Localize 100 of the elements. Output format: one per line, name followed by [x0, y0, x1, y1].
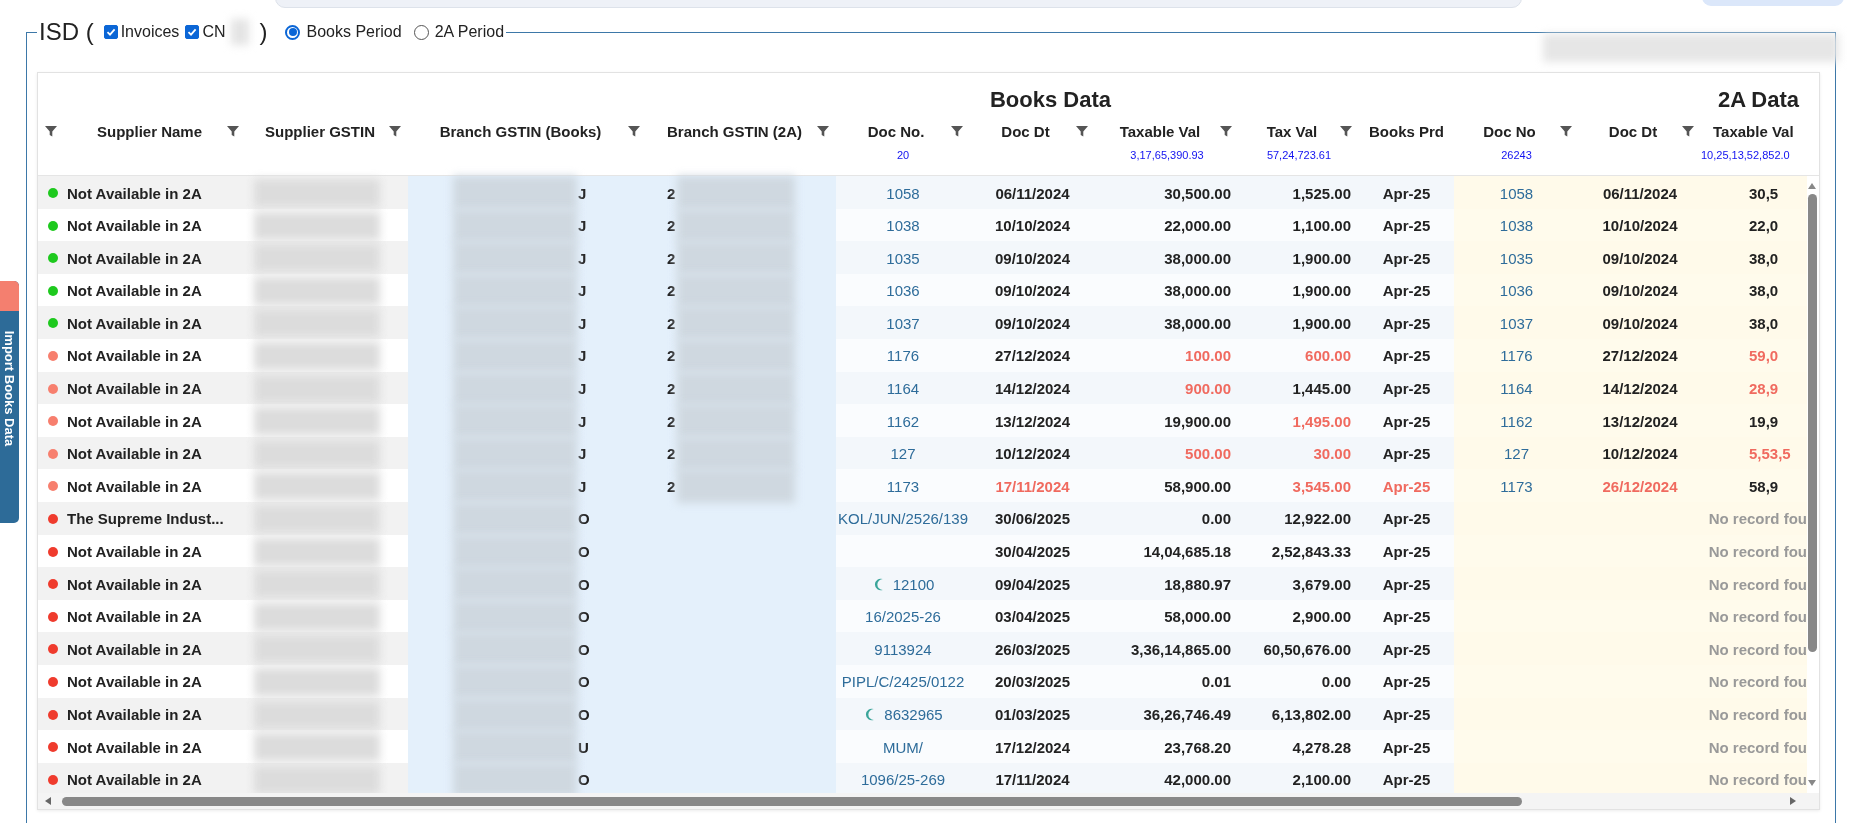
table-cell: Apr-25: [1382, 249, 1431, 267]
table-cell: 10/10/2024: [1602, 217, 1678, 235]
column-header[interactable]: Doc Dt: [976, 122, 1075, 140]
doc-link[interactable]: 1038: [886, 217, 920, 235]
column-header[interactable]: Branch GSTIN (2A): [653, 122, 816, 140]
table-cell: 2,100.00: [1292, 771, 1351, 789]
empty-note: No record fou: [1708, 575, 1807, 593]
table-cell: J: [578, 347, 587, 365]
empty-note: No record fou: [1708, 738, 1807, 756]
doc-link[interactable]: 1037: [886, 314, 920, 332]
table-cell: 18,880.97: [1164, 575, 1231, 593]
table-cell: Not Available in 2A: [67, 575, 202, 593]
table-cell: 1,900.00: [1292, 314, 1351, 332]
table-cell: 58,000.00: [1164, 608, 1231, 626]
doc-link[interactable]: 1176: [1500, 347, 1533, 365]
side-tab[interactable]: Import Books Data: [0, 281, 19, 523]
doc-link[interactable]: 1058: [1499, 184, 1534, 202]
doc-link[interactable]: 127: [1504, 445, 1529, 463]
table-cell: J: [578, 249, 587, 267]
doc-link[interactable]: MUM/: [883, 738, 923, 756]
column-header[interactable]: Taxable Val: [1707, 122, 1801, 140]
radio-button[interactable]: 2A Period: [413, 23, 505, 41]
table-cell: O: [578, 608, 590, 626]
column-header[interactable]: Doc No: [1460, 122, 1559, 140]
table-cell: 42,000.00: [1164, 771, 1231, 789]
column-total: 10,25,13,52,852.0: [1701, 149, 1790, 161]
doc-link[interactable]: 1058: [886, 184, 920, 202]
empty-note: No record fou: [1708, 640, 1807, 658]
table-cell: 1,900.00: [1292, 249, 1351, 267]
table-cell: 38,000.00: [1164, 282, 1231, 300]
table-cell: 28,9: [1749, 380, 1779, 398]
doc-link[interactable]: 1173: [1500, 477, 1533, 495]
table-cell: 10/12/2024: [1602, 445, 1678, 463]
column-header[interactable]: Taxable Val: [1101, 122, 1219, 140]
doc-link[interactable]: 127: [890, 445, 916, 463]
column-header[interactable]: Doc Dt: [1585, 122, 1681, 140]
table-cell: J: [578, 477, 587, 495]
table-cell: 22,0: [1749, 217, 1779, 235]
column-total: 20: [896, 149, 910, 161]
table-cell: J: [578, 445, 587, 463]
table-cell: 09/10/2024: [1602, 314, 1678, 332]
doc-link[interactable]: 1173: [886, 477, 920, 495]
doc-link[interactable]: 1036: [1499, 282, 1534, 300]
table-cell: 2: [667, 347, 676, 365]
empty-note: No record fou: [1708, 673, 1807, 691]
table-cell: 1,100.00: [1292, 217, 1351, 235]
table-cell: 5,53,5: [1749, 445, 1791, 463]
column-header[interactable]: Supplier GSTIN: [252, 122, 388, 140]
column-header[interactable]: Doc No.: [842, 122, 950, 140]
table-cell: 38,000.00: [1164, 314, 1231, 332]
table-cell: 22,000.00: [1164, 217, 1231, 235]
table-cell: 1,900.00: [1292, 282, 1351, 300]
doc-link[interactable]: 1038: [1499, 217, 1534, 235]
doc-link[interactable]: 1176: [886, 347, 920, 365]
doc-link[interactable]: 1164: [1500, 380, 1533, 398]
table-cell: Not Available in 2A: [67, 184, 202, 202]
doc-link[interactable]: 1035: [886, 249, 920, 267]
radio-button[interactable]: Books Period: [285, 23, 402, 41]
table-cell: Not Available in 2A: [67, 608, 202, 626]
table-cell: 38,0: [1749, 314, 1779, 332]
table-cell: 6,13,802.00: [1271, 706, 1351, 723]
doc-link[interactable]: 1035: [1499, 249, 1534, 267]
table-cell: Not Available in 2A: [67, 282, 202, 300]
column-header[interactable]: Tax Val: [1245, 122, 1339, 140]
table-cell: Apr-25: [1382, 706, 1431, 723]
table-cell: 23,768.20: [1164, 738, 1231, 756]
doc-link[interactable]: 1036: [886, 282, 920, 300]
doc-link[interactable]: 1162: [886, 412, 920, 430]
doc-link[interactable]: 12100: [892, 575, 935, 593]
checkbox[interactable]: Invoices: [103, 23, 180, 41]
table-cell: 26/12/2024: [1602, 477, 1678, 495]
empty-note: No record fou: [1708, 543, 1807, 561]
table-cell: Not Available in 2A: [67, 706, 202, 723]
table-cell: 14/12/2024: [1602, 380, 1678, 398]
table-cell: 13/12/2024: [1602, 412, 1678, 430]
column-header[interactable]: Branch GSTIN (Books): [414, 122, 627, 140]
column-header[interactable]: Supplier Name: [73, 122, 226, 140]
checkbox[interactable]: CN: [185, 23, 226, 41]
table-cell: Not Available in 2A: [67, 738, 202, 756]
column-header[interactable]: Books Prd: [1365, 122, 1448, 140]
table-cell: 0.00: [1201, 510, 1231, 528]
table-cell: 2: [667, 184, 676, 202]
table-cell: 0.00: [1321, 673, 1351, 691]
table-cell: O: [578, 673, 590, 691]
table-cell: Apr-25: [1382, 640, 1431, 658]
table-cell: 58,900.00: [1164, 477, 1231, 495]
empty-note: No record fou: [1708, 608, 1807, 626]
table-cell: 27/12/2024: [994, 347, 1071, 365]
table-cell: The Supreme Indust...: [67, 510, 224, 528]
doc-link[interactable]: 1037: [1499, 314, 1534, 332]
table-cell: 03/04/2025: [994, 608, 1071, 626]
table-cell: 13/12/2024: [994, 412, 1071, 430]
doc-link[interactable]: 1162: [1500, 412, 1533, 430]
doc-link[interactable]: 1164: [886, 380, 920, 398]
table-cell: 900.00: [1185, 380, 1231, 398]
table-cell: Not Available in 2A: [67, 543, 202, 561]
table-cell: Apr-25: [1382, 380, 1431, 398]
table-cell: 0.01: [1201, 673, 1231, 691]
table-cell: 17/12/2024: [994, 738, 1071, 756]
table-cell: Not Available in 2A: [67, 380, 202, 398]
